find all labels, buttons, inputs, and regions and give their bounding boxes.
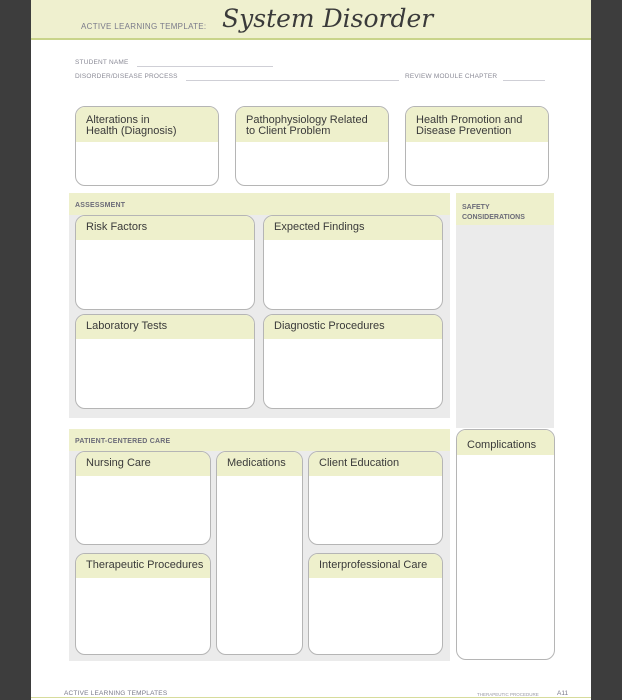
card-title: Risk Factors — [76, 216, 254, 240]
card-complications[interactable]: Complications — [456, 429, 555, 660]
card-interprofessional-care[interactable]: Interprofessional Care — [308, 553, 443, 655]
patient-care-panel: Patient-Centered Care Nursing Care Medic… — [69, 429, 450, 661]
card-title: Client Education — [309, 452, 442, 476]
footer-divider — [31, 697, 591, 698]
card-title: Expected Findings — [264, 216, 442, 240]
footer-left-text: Active Learning Templates — [64, 690, 168, 697]
template-page: Active Learning Template: System Disorde… — [31, 0, 591, 700]
card-title: Therapeutic Procedures — [76, 554, 210, 578]
header-prefix: Active Learning Template: — [81, 22, 207, 31]
card-title-line: Health (Diagnosis) — [86, 125, 177, 137]
patient-care-title: Patient-Centered Care — [75, 438, 171, 445]
card-title: Complications — [457, 430, 554, 455]
card-title-line: to Client Problem — [246, 125, 331, 137]
card-header: Health Promotion and Disease Prevention — [406, 107, 548, 142]
card-health-promotion[interactable]: Health Promotion and Disease Prevention — [405, 106, 549, 186]
assessment-band — [69, 193, 450, 215]
student-name-label: Student Name — [75, 59, 129, 66]
card-alterations-in-health[interactable]: Alterations in Health (Diagnosis) — [75, 106, 219, 186]
safety-title: Safety Considerations — [462, 204, 525, 221]
header-band: Active Learning Template: System Disorde… — [31, 0, 591, 40]
card-title-line: Disease Prevention — [416, 125, 512, 137]
safety-considerations-panel[interactable]: Safety Considerations — [456, 193, 554, 428]
card-title: Interprofessional Care — [309, 554, 442, 578]
student-name-field[interactable] — [137, 66, 273, 67]
card-diagnostic-procedures[interactable]: Diagnostic Procedures — [263, 314, 443, 409]
card-title: Diagnostic Procedures — [264, 315, 442, 339]
assessment-title: Assessment — [75, 202, 126, 209]
card-laboratory-tests[interactable]: Laboratory Tests — [75, 314, 255, 409]
card-header: Alterations in Health (Diagnosis) — [76, 107, 218, 142]
assessment-panel: Assessment Risk Factors Expected Finding… — [69, 193, 450, 418]
card-title: Nursing Care — [76, 452, 210, 476]
review-module-field[interactable] — [503, 80, 545, 81]
card-client-education[interactable]: Client Education — [308, 451, 443, 545]
card-risk-factors[interactable]: Risk Factors — [75, 215, 255, 310]
review-module-label: Review Module Chapter — [405, 73, 498, 80]
card-nursing-care[interactable]: Nursing Care — [75, 451, 211, 545]
page-title: System Disorder — [222, 4, 434, 33]
card-pathophysiology[interactable]: Pathophysiology Related to Client Proble… — [235, 106, 389, 186]
footer-page-number: A11 — [557, 690, 569, 697]
card-therapeutic-procedures[interactable]: Therapeutic Procedures — [75, 553, 211, 655]
disorder-process-field[interactable] — [186, 80, 399, 81]
card-expected-findings[interactable]: Expected Findings — [263, 215, 443, 310]
card-title: Laboratory Tests — [76, 315, 254, 339]
card-medications[interactable]: Medications — [216, 451, 303, 655]
disorder-process-label: Disorder/Disease Process — [75, 73, 178, 80]
card-header: Pathophysiology Related to Client Proble… — [236, 107, 388, 142]
card-title: Medications — [217, 452, 302, 476]
